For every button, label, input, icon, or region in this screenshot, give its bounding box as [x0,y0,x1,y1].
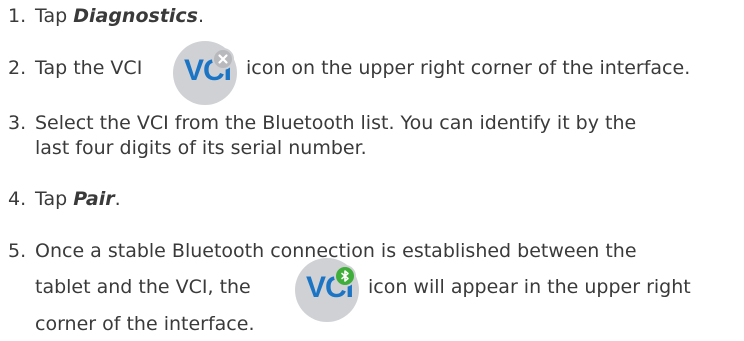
step-text: Select the VCI from the Bluetooth list. … [35,112,637,134]
step-3-line-2: last four digits of its serial number. [35,137,367,159]
diagnostics-label: Diagnostics [73,5,198,27]
step-2-continuation: icon on the upper right corner of the in… [246,57,691,79]
step-5-line-2-suffix: icon will appear in the upper right [368,276,691,298]
step-number: 5. [8,240,27,262]
vci-disconnected-icon: VCI [173,41,237,105]
step-number: 4. [8,188,27,210]
bluetooth-icon [334,265,356,287]
step-5-line-3: corner of the interface. [35,313,255,335]
step-1: 1. Tap Diagnostics. [8,5,204,27]
step-text: Tap [35,5,74,27]
step-3: 3. Select the VCI from the Bluetooth list… [8,112,636,134]
step-suffix: . [114,188,121,210]
step-2: 2. Tap the VCI [8,57,142,79]
instruction-list: 1. Tap Diagnostics. 2. Tap the VCI VCI ico… [0,0,744,341]
step-number: 1. [8,5,27,27]
step-4: 4. Tap Pair. [8,188,121,210]
step-suffix: . [197,5,205,27]
close-icon [212,48,234,70]
step-text: Tap [35,188,74,210]
vci-connected-icon: VCI [295,258,359,322]
step-number: 3. [8,112,27,134]
step-text: Tap the VCI [35,57,143,79]
step-number: 2. [8,57,27,79]
pair-label: Pair [73,188,115,210]
step-5-line-2-prefix: tablet and the VCI, the [35,276,251,298]
